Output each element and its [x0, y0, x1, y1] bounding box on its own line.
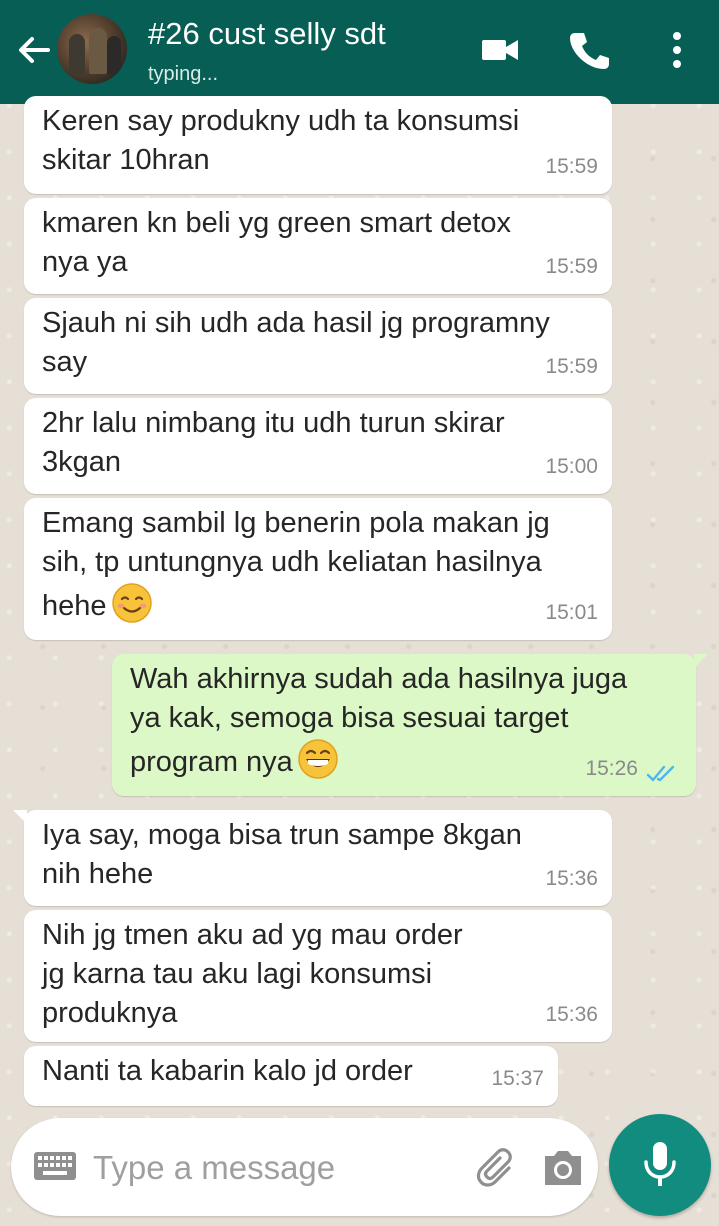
bubble-tail	[13, 810, 27, 824]
message-time: 15:00	[545, 455, 598, 478]
message-bubble-incoming[interactable]: Sjauh ni sih udh ada hasil jg programny …	[24, 298, 612, 394]
message-time: 15:59	[545, 355, 598, 378]
keyboard-icon[interactable]	[33, 1150, 77, 1182]
message-text: Wah akhirnya sudah ada hasilnya juga ya …	[130, 660, 627, 782]
message-text: kmaren kn beli yg green smart detox nya …	[42, 207, 512, 278]
read-receipt-icon	[646, 765, 675, 782]
mic-button[interactable]	[609, 1114, 711, 1216]
message-bubble-incoming[interactable]: 2hr lalu nimbang itu udh turun skirar 3k…	[24, 398, 612, 494]
grinning-face-icon	[298, 739, 338, 779]
chat-header: #26 cust selly sdt typing...	[0, 0, 719, 104]
video-call-icon[interactable]	[478, 28, 522, 72]
mic-icon	[644, 1142, 676, 1186]
phone-call-icon[interactable]	[566, 28, 610, 72]
message-time: 15:37	[491, 1067, 544, 1090]
message-bubble-incoming[interactable]: Nanti ta kabarin kalo jd order 15:37	[24, 1046, 558, 1106]
message-time: 15:59	[545, 155, 598, 178]
message-text: Emang sambil lg benerin pola makan jg si…	[42, 504, 550, 626]
message-time: 15:36	[545, 1003, 598, 1026]
message-text-body: Wah akhirnya sudah ada hasilnya juga ya …	[130, 663, 628, 778]
message-text: Nih jg tmen aku ad yg mau order jg karna…	[42, 919, 463, 1029]
message-text: Keren say produkny udh ta konsumsi skita…	[42, 105, 520, 176]
message-text: Sjauh ni sih udh ada hasil jg programny …	[42, 307, 550, 378]
message-bubble-incoming[interactable]: Nih jg tmen aku ad yg mau order jg karna…	[24, 910, 612, 1042]
message-list[interactable]: Keren say produkny udh ta konsumsi skita…	[0, 96, 719, 1114]
bubble-tail	[694, 654, 708, 668]
message-bubble-incoming[interactable]: Keren say produkny udh ta konsumsi skita…	[24, 96, 612, 194]
avatar[interactable]	[57, 14, 127, 84]
message-bubble-incoming[interactable]: Emang sambil lg benerin pola makan jg si…	[24, 498, 612, 640]
message-text: 2hr lalu nimbang itu udh turun skirar 3k…	[42, 407, 505, 478]
contact-name[interactable]: #26 cust selly sdt	[148, 16, 386, 52]
message-input[interactable]	[91, 1140, 465, 1196]
camera-icon[interactable]	[541, 1148, 585, 1188]
smiling-face-icon	[111, 583, 152, 623]
message-bubble-incoming[interactable]: Iya say, moga bisa trun sampe 8kgan nih …	[13, 810, 612, 906]
message-time: 15:26	[585, 757, 638, 780]
message-bubble-outgoing[interactable]: Wah akhirnya sudah ada hasilnya juga ya …	[112, 654, 708, 796]
message-bubble-incoming[interactable]: kmaren kn beli yg green smart detox nya …	[24, 198, 612, 294]
typing-status: typing...	[148, 63, 219, 85]
back-arrow-icon[interactable]	[14, 30, 54, 70]
message-time: 15:01	[545, 601, 598, 624]
message-time: 15:59	[545, 255, 598, 278]
message-time: 15:36	[545, 867, 598, 890]
message-composer	[11, 1118, 598, 1216]
message-text: Iya say, moga bisa trun sampe 8kgan nih …	[42, 819, 522, 890]
attach-icon[interactable]	[473, 1146, 521, 1194]
more-vert-icon[interactable]	[655, 28, 699, 72]
message-text: Nanti ta kabarin kalo jd order	[42, 1055, 413, 1087]
